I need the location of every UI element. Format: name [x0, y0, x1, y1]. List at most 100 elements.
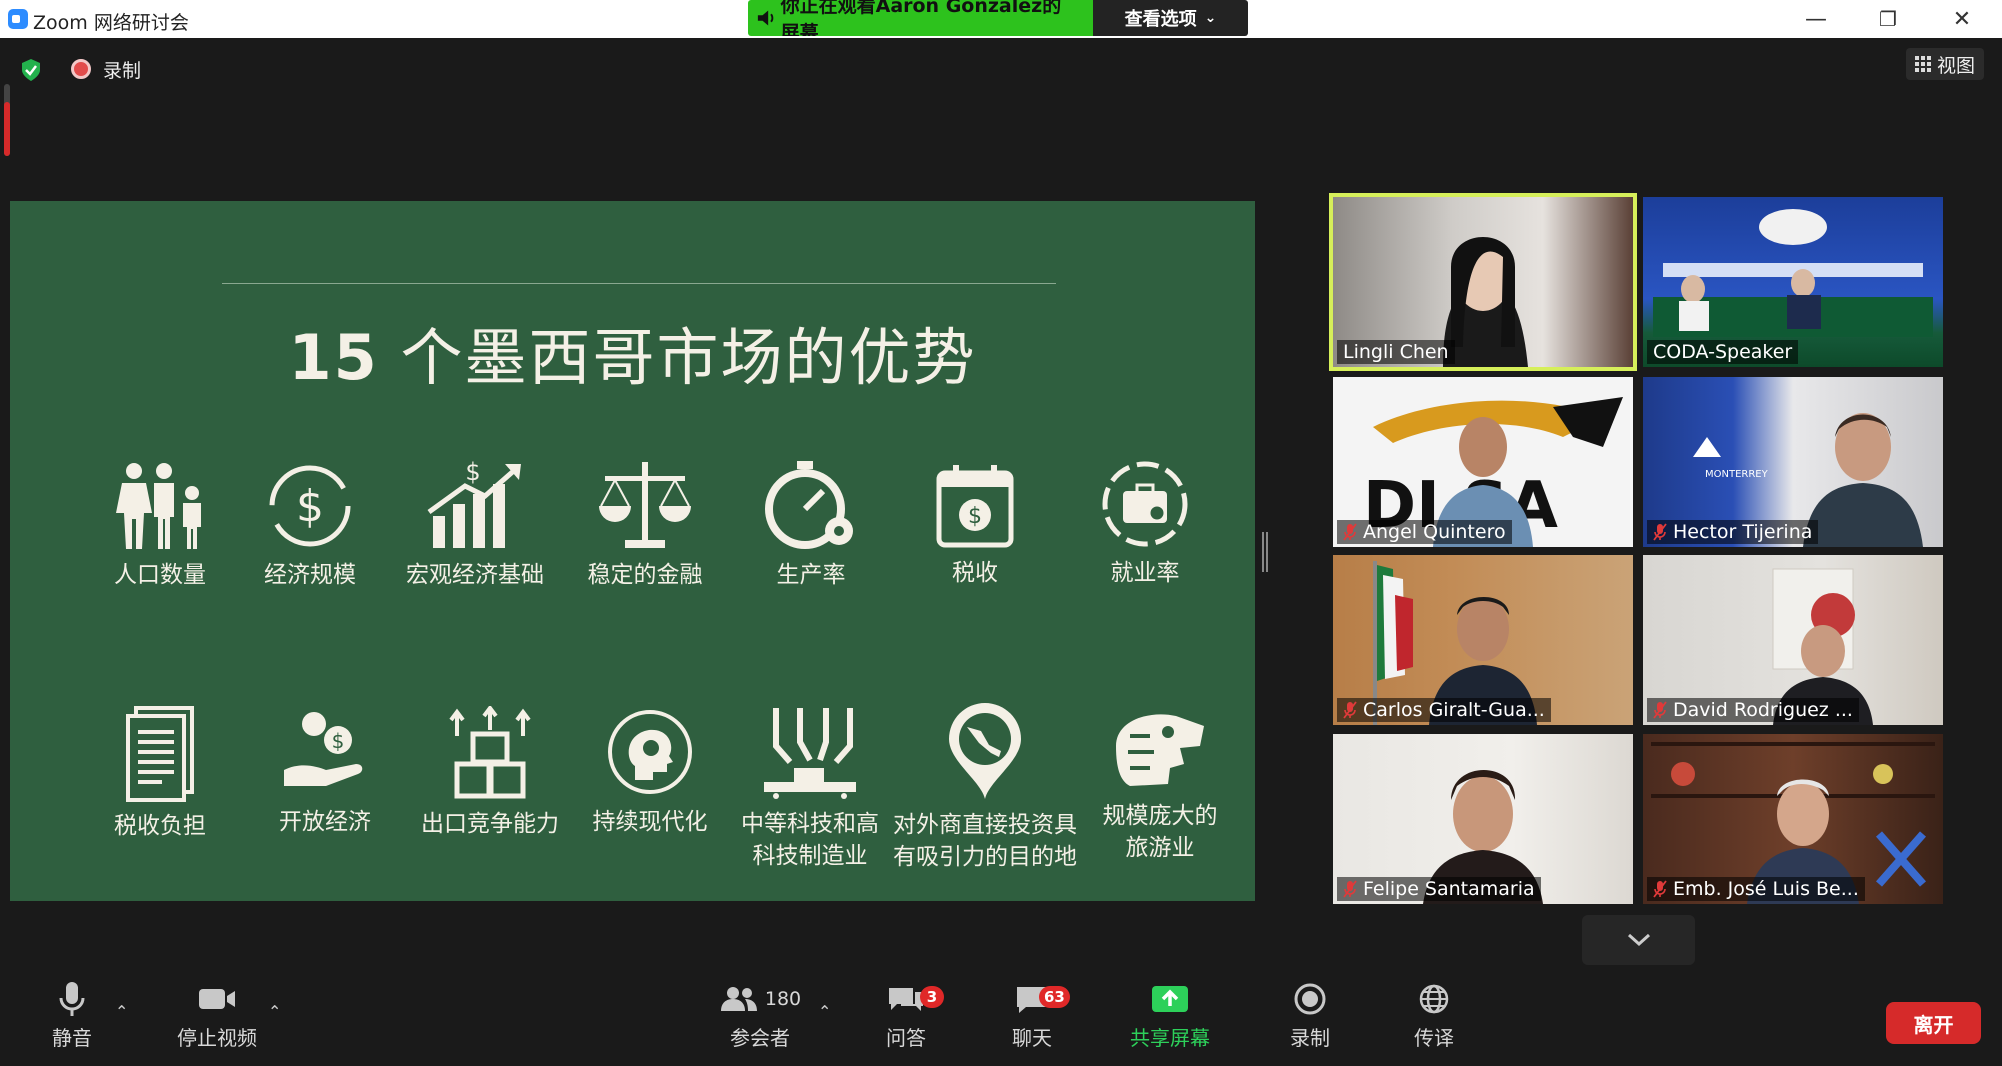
documents-icon [126, 706, 194, 802]
participant-name: Felipe Santamaria [1363, 878, 1535, 900]
svg-text:$: $ [296, 481, 324, 532]
shield-icon[interactable] [20, 58, 42, 82]
participant-nameplate: Felipe Santamaria [1337, 877, 1541, 901]
shared-screen-slide: 15 个墨西哥市场的优势 人口数量 $ 经济规模 $ 宏观经济基础 稳定的金融 … [10, 201, 1255, 901]
share-screen-button[interactable]: 共享屏幕 [1126, 976, 1214, 1066]
svg-text:$: $ [968, 504, 982, 529]
muted-mic-icon [1343, 701, 1357, 719]
gallery-scroll-down-button[interactable] [1582, 915, 1695, 965]
participant-nameplate: David Rodriguez ... [1647, 698, 1859, 722]
mexico-pin-icon [949, 703, 1021, 799]
stop-video-button[interactable]: 停止视频 [170, 976, 264, 1066]
close-button[interactable]: ✕ [1928, 0, 1996, 38]
svg-text:MONTERREY: MONTERREY [1705, 469, 1769, 480]
muted-mic-icon [1653, 523, 1667, 541]
view-button[interactable]: 视图 [1906, 48, 1984, 80]
title-bar: Zoom 网络研讨会 你正在观看Aaron Gonzalez的屏幕 查看选项 ⌄… [0, 0, 2002, 38]
record-icon [1294, 983, 1326, 1015]
mute-button[interactable]: 静音 [40, 976, 104, 1066]
advantage-label: 持续现代化 [592, 809, 708, 835]
advantage-item: 就业率 [1080, 459, 1210, 589]
view-options-label: 查看选项 [1124, 9, 1197, 30]
advantage-label: 出口竞争能力 [421, 811, 559, 837]
viewing-text: 你正在观看Aaron Gonzalez的屏幕 [780, 0, 1062, 36]
leave-button[interactable]: 离开 [1886, 1002, 1981, 1044]
participants-options-caret[interactable]: ⌃ [818, 1002, 831, 1021]
advantage-label: 对外商直接投资具 有吸引力的目的地 [893, 812, 1077, 870]
slide-title: 15 个墨西哥市场的优势 [10, 307, 1255, 397]
advantage-item: $ 开放经济 [255, 706, 395, 838]
video-tile[interactable]: Emb. José Luis Be... [1643, 734, 1943, 904]
view-options-button[interactable]: 查看选项 ⌄ [1093, 0, 1248, 36]
recording-icon [71, 59, 91, 79]
video-camera-icon [199, 989, 235, 1009]
video-tile[interactable]: Lingli Chen [1329, 193, 1637, 371]
screen-share-banner: 你正在观看Aaron Gonzalez的屏幕 查看选项 ⌄ [748, 0, 1248, 36]
advantage-item: $ 宏观经济基础 [390, 456, 560, 591]
advantage-label: 生产率 [776, 562, 846, 588]
chat-label: 聊天 [1012, 1026, 1052, 1050]
video-tile[interactable]: Carlos Giralt-Gua... [1333, 555, 1633, 725]
chevron-down-icon [1627, 933, 1650, 947]
meeting-toolbar: 静音 ⌃ 停止视频 ⌃ 180 参会者 ⌃ 问答 3 聊天 63 共享屏幕 录制… [0, 976, 2002, 1066]
interpretation-label: 传译 [1414, 1026, 1454, 1050]
participant-name: Angel Quintero [1363, 521, 1506, 543]
slide-divider-line [222, 283, 1056, 284]
muted-mic-icon [1653, 880, 1667, 898]
svg-text:$: $ [465, 458, 480, 486]
minimize-button[interactable]: — [1782, 0, 1850, 38]
panel-resize-handle[interactable] [1262, 532, 1268, 572]
record-button[interactable]: 录制 [1290, 976, 1330, 1066]
video-tile[interactable]: DI SA Angel Quintero [1333, 377, 1633, 547]
qa-notification-badge: 3 [920, 986, 944, 1008]
advantage-item: 稳定的金融 [570, 456, 720, 591]
qa-label: 问答 [886, 1026, 926, 1050]
stopwatch-gear-icon [765, 461, 853, 549]
speaker-icon [757, 10, 774, 26]
participants-button[interactable]: 180 参会者 [705, 976, 815, 1066]
head-idea-icon [608, 710, 692, 794]
view-label: 视图 [1936, 54, 1975, 77]
advantage-item: 持续现代化 [580, 706, 720, 838]
participant-name: Carlos Giralt-Gua... [1363, 699, 1545, 721]
video-tile[interactable]: David Rodriguez ... [1643, 555, 1943, 725]
advantage-label: 就业率 [1110, 560, 1180, 586]
growth-chart-icon: $ [427, 458, 521, 548]
share-screen-label: 共享屏幕 [1130, 1026, 1210, 1050]
hand-coins-icon: $ [284, 712, 363, 786]
advantage-label: 规模庞大的 旅游业 [1102, 803, 1218, 861]
robot-arms-icon [764, 708, 856, 799]
video-tile[interactable]: CODA-Speaker [1643, 197, 1943, 367]
advantage-label: 经济规模 [264, 562, 356, 588]
recording-label: 录制 [103, 60, 142, 82]
globe-icon [1419, 984, 1449, 1014]
advantage-item: 生产率 [736, 459, 886, 591]
share-screen-icon [1152, 986, 1188, 1012]
participant-nameplate: Carlos Giralt-Gua... [1337, 698, 1551, 722]
vertical-scrollbar[interactable] [4, 84, 10, 156]
participants-count: 180 [764, 988, 802, 1010]
advantage-label: 稳定的金融 [587, 562, 703, 588]
tax-calendar-icon: $ [936, 465, 1014, 548]
advantage-item: 对外商直接投资具 有吸引力的目的地 [885, 701, 1085, 873]
video-tile[interactable]: MONTERREY Hector Tijerina [1643, 377, 1943, 547]
grid-icon [1914, 56, 1931, 72]
audio-options-caret[interactable]: ⌃ [115, 1002, 128, 1021]
stop-video-label: 停止视频 [177, 1026, 257, 1050]
advantage-item: 中等科技和高 科技制造业 [730, 706, 890, 872]
muted-mic-icon [1343, 880, 1357, 898]
advantage-item: 税收负担 [90, 706, 230, 842]
slide-title-text: 个墨西哥市场的优势 [378, 321, 977, 394]
chat-notification-badge: 63 [1039, 986, 1070, 1008]
advantage-label: 人口数量 [114, 562, 206, 588]
svg-text:$: $ [332, 729, 345, 753]
interpretation-button[interactable]: 传译 [1414, 976, 1454, 1066]
restore-button[interactable]: ❐ [1854, 0, 1922, 38]
slide-title-number: 15 [288, 321, 379, 394]
participant-name: David Rodriguez ... [1673, 699, 1853, 721]
video-tile[interactable]: Felipe Santamaria [1333, 734, 1633, 904]
advantage-label: 开放经济 [279, 809, 371, 835]
advantage-item: $ 经济规模 [240, 461, 380, 591]
video-options-caret[interactable]: ⌃ [268, 1002, 281, 1021]
participant-nameplate: CODA-Speaker [1647, 340, 1799, 364]
